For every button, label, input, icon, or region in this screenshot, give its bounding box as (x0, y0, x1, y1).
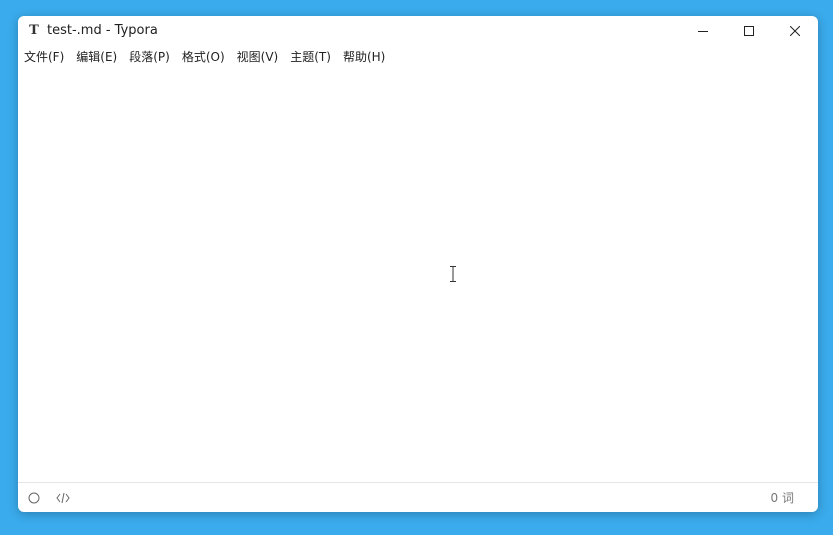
menu-format[interactable]: 格式(O) (182, 48, 225, 66)
source-mode-button[interactable] (55, 490, 71, 506)
text-cursor-icon (450, 266, 456, 282)
menu-theme[interactable]: 主题(T) (290, 48, 331, 66)
menu-edit[interactable]: 编辑(E) (76, 48, 117, 66)
close-button[interactable] (772, 16, 818, 46)
word-count[interactable]: 0 词 (771, 491, 794, 505)
status-bar: 0 词 (18, 482, 818, 512)
outline-toggle-button[interactable] (26, 490, 42, 506)
code-icon (56, 492, 70, 504)
menu-bar: 文件(F) 编辑(E) 段落(P) 格式(O) 视图(V) 主题(T) 帮助(H… (18, 46, 818, 68)
minimize-button[interactable] (680, 16, 726, 46)
menu-help[interactable]: 帮助(H) (343, 48, 385, 66)
typora-app-icon: T (29, 23, 39, 38)
close-icon (790, 26, 800, 36)
menu-file[interactable]: 文件(F) (24, 48, 64, 66)
menu-paragraph[interactable]: 段落(P) (129, 48, 170, 66)
window-title: test-.md - Typora (47, 23, 158, 38)
maximize-button[interactable] (726, 16, 772, 46)
minimize-icon (698, 31, 708, 32)
circle-icon (28, 492, 40, 504)
editor-area[interactable] (18, 68, 818, 482)
menu-view[interactable]: 视图(V) (237, 48, 279, 66)
maximize-icon (744, 26, 754, 36)
typora-window: T test-.md - Typora 文件(F) 编辑(E) 段落(P) 格式… (18, 16, 818, 512)
title-bar[interactable]: T test-.md - Typora (18, 16, 818, 46)
